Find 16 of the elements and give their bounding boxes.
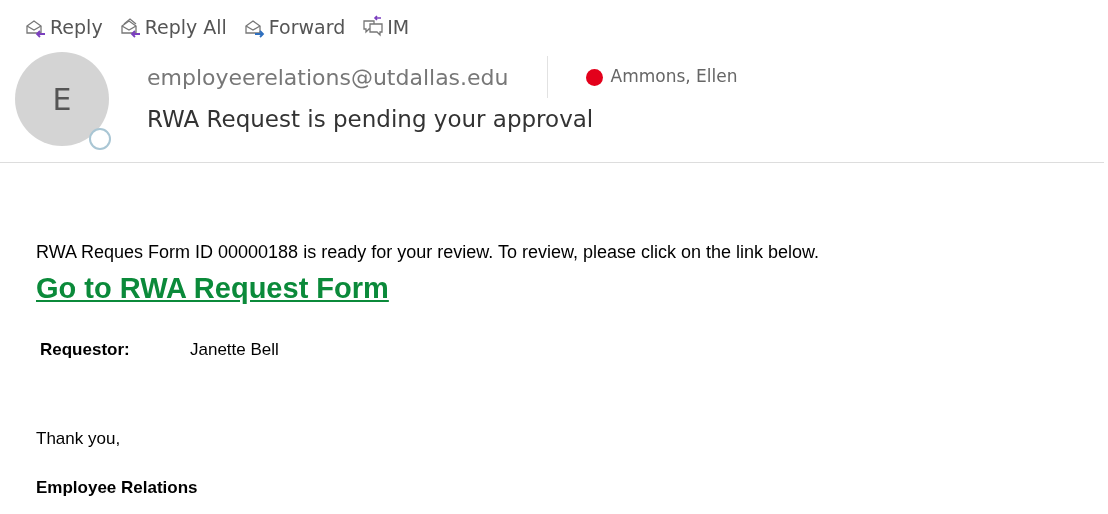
avatar: E (15, 52, 109, 146)
intro-text: RWA Reques Form ID 00000188 is ready for your review. To review, please click on the link below. (36, 241, 821, 263)
toolbar-button[interactable]: Reply All (118, 12, 235, 42)
email-subject: RWA Request is pending your approval (147, 105, 595, 134)
request-form-link[interactable]: Go to RWA Request Form (36, 267, 389, 311)
presence-indicator (89, 128, 111, 150)
closing-text: Thank you, (36, 428, 122, 450)
toolbar-button[interactable]: IM (361, 12, 418, 42)
toolbar-button[interactable]: Forward (242, 12, 354, 42)
chat-icon (361, 15, 386, 39)
recipient-name: Ammons, Ellen (610, 65, 738, 89)
signature: Employee Relations (36, 477, 199, 498)
sender-address: employeerelations@utdallas.edu (147, 63, 509, 92)
requestor-name: Janette Bell (190, 338, 279, 361)
requestor-label: Requestor: (40, 338, 131, 361)
toolbar-button[interactable]: Reply (24, 12, 111, 42)
